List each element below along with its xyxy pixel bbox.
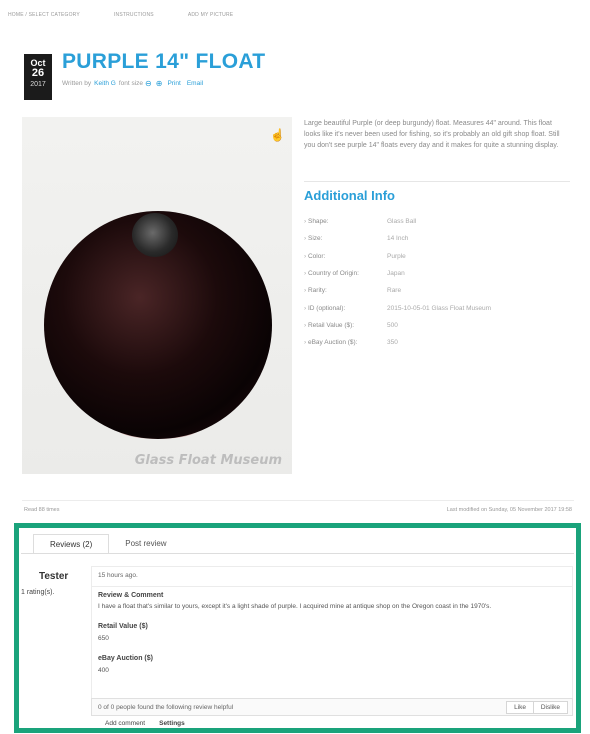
retail-value: 650	[98, 635, 109, 642]
ebay-auction-label: eBay Auction ($)	[98, 655, 153, 662]
info-row-retail: Retail Value ($): 500	[304, 317, 570, 334]
date-day: 26	[31, 67, 45, 79]
info-value: Japan	[387, 270, 405, 278]
helpful-text: 0 of 0 people found the following review…	[98, 704, 234, 711]
hits-count: Read 88 times	[24, 507, 60, 513]
tab-reviews[interactable]: Reviews (2)	[33, 534, 110, 554]
top-nav: HOME / SELECT CATEGORY INSTRUCTIONS ADD …	[8, 12, 267, 18]
review-actions: Add comment Settings	[105, 720, 199, 727]
additional-info-heading: Additional Info	[304, 188, 395, 203]
info-value: Purple	[387, 252, 406, 260]
byline: Written by Keith G font size ⊖ ⊕ Print E…	[62, 79, 206, 88]
info-value: 14 Inch	[387, 235, 409, 243]
info-label: Retail Value ($):	[304, 322, 387, 329]
info-value: 500	[387, 321, 398, 329]
tab-post-review[interactable]: Post review	[109, 534, 183, 554]
email-link[interactable]: Email	[187, 80, 203, 87]
info-row-color: Color: Purple	[304, 248, 570, 265]
info-value: Rare	[387, 287, 402, 295]
additional-info-list: Shape: Glass Ball Size: 14 Inch Color: P…	[304, 213, 570, 351]
review-comment-label: Review & Comment	[98, 592, 164, 599]
info-row-shape: Shape: Glass Ball	[304, 213, 570, 230]
written-by-label: Written by	[62, 80, 92, 87]
date-year: 2017	[30, 81, 46, 88]
info-label: Shape:	[304, 218, 387, 225]
hand-cursor-icon: ☝	[270, 128, 285, 142]
ebay-auction-value: 400	[98, 667, 109, 674]
divider	[304, 181, 570, 182]
divider	[22, 500, 574, 501]
info-label: Rarity:	[304, 287, 387, 294]
reviewer-ratings: 1 rating(s).	[21, 589, 55, 596]
float-description: Large beautiful Purple (or deep burgundy…	[304, 120, 560, 149]
divider	[92, 586, 572, 587]
info-row-id: ID (optional): 2015-10-05-01 Glass Float…	[304, 299, 570, 316]
settings-link[interactable]: Settings	[159, 720, 185, 727]
font-size-label: font size	[118, 80, 144, 87]
reviewer-name[interactable]: Tester	[39, 571, 68, 582]
dislike-button[interactable]: Dislike	[532, 701, 568, 714]
date-badge: Oct 26 2017	[24, 54, 52, 100]
like-button[interactable]: Like	[506, 701, 534, 714]
review-tabs: Reviews (2) Post review	[33, 534, 183, 554]
helpful-bar: 0 of 0 people found the following review…	[91, 698, 573, 716]
last-modified: Last modified on Sunday, 05 November 201…	[446, 507, 572, 513]
review-body: 15 hours ago. Review & Comment I have a …	[91, 566, 573, 700]
info-label: Country of Origin:	[304, 270, 387, 277]
info-row-ebay: eBay Auction ($): 350	[304, 334, 570, 351]
nav-home-link[interactable]: HOME / SELECT CATEGORY	[8, 12, 80, 18]
review-comment-text: I have a float that's similar to yours, …	[98, 603, 492, 610]
review-time: 15 hours ago.	[98, 572, 138, 579]
info-value: 2015-10-05-01 Glass Float Museum	[387, 304, 492, 312]
info-row-size: Size: 14 Inch	[304, 230, 570, 247]
info-row-rarity: Rarity: Rare	[304, 282, 570, 299]
info-label: Color:	[304, 253, 387, 260]
reviews-panel: Reviews (2) Post review Tester 1 rating(…	[14, 523, 581, 733]
nav-instructions-link[interactable]: INSTRUCTIONS	[114, 12, 154, 18]
info-label: Size:	[304, 235, 387, 242]
nav-add-picture-link[interactable]: ADD MY PICTURE	[188, 12, 234, 18]
info-label: eBay Auction ($):	[304, 339, 387, 346]
photo-seal	[132, 213, 178, 257]
float-photo[interactable]: Glass Float Museum	[22, 117, 292, 474]
author-link[interactable]: Keith G	[94, 80, 116, 87]
info-label: ID (optional):	[304, 305, 387, 312]
zoom-in-icon[interactable]: ⊕	[156, 79, 163, 88]
info-value: Glass Ball	[387, 218, 417, 226]
add-comment-link[interactable]: Add comment	[105, 720, 145, 727]
info-value: 350	[387, 339, 398, 347]
page-title: PURPLE 14" FLOAT	[62, 50, 266, 73]
retail-value-label: Retail Value ($)	[98, 623, 148, 630]
zoom-out-icon[interactable]: ⊖	[145, 79, 152, 88]
print-link[interactable]: Print	[167, 80, 180, 87]
info-row-country: Country of Origin: Japan	[304, 265, 570, 282]
watermark: Glass Float Museum	[134, 453, 282, 468]
divider	[21, 553, 574, 554]
